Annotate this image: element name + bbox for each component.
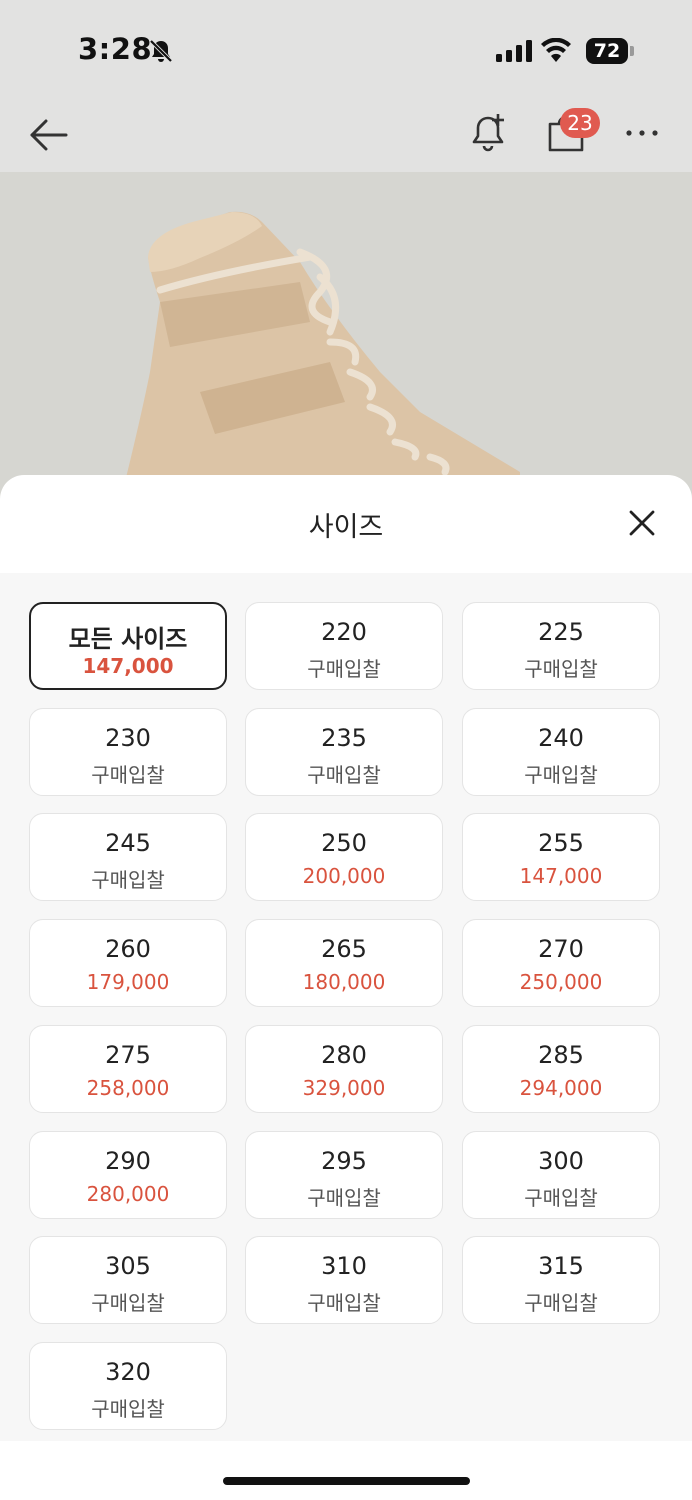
size-label: 모든 사이즈 [68, 625, 188, 653]
size-sheet: 사이즈 모든 사이즈 147,000 220 구매입찰 225 구매입찰 230 구매입찰 23… [0, 475, 692, 1500]
close-icon[interactable] [628, 509, 656, 537]
size-bid-label: 구매입찰 [307, 1186, 381, 1210]
size-label: 250 [321, 829, 367, 857]
size-price: 258,000 [86, 1076, 170, 1100]
size-price: 280,000 [86, 1182, 170, 1206]
size-option[interactable]: 225 구매입찰 [462, 602, 660, 690]
size-option[interactable]: 240 구매입찰 [462, 708, 660, 796]
home-indicator[interactable] [223, 1477, 470, 1485]
battery-icon: 72 [586, 38, 628, 64]
size-label: 220 [321, 618, 367, 646]
size-option[interactable]: 300 구매입찰 [462, 1131, 660, 1219]
status-bar: 3:28 72 [0, 0, 692, 100]
size-option[interactable]: 230 구매입찰 [29, 708, 227, 796]
size-bid-label: 구매입찰 [524, 1291, 598, 1315]
size-option[interactable]: 270 250,000 [462, 919, 660, 1007]
size-bid-label: 구매입찰 [91, 763, 165, 787]
bell-slash-icon [149, 39, 173, 63]
size-bid-label: 구매입찰 [91, 1291, 165, 1315]
size-label: 240 [538, 724, 584, 752]
size-option[interactable]: 315 구매입찰 [462, 1236, 660, 1324]
nav-bar: 23 [0, 100, 692, 172]
size-option[interactable]: 250 200,000 [245, 813, 443, 901]
size-bid-label: 구매입찰 [307, 657, 381, 681]
size-price: 180,000 [302, 970, 386, 994]
size-option-all[interactable]: 모든 사이즈 147,000 [29, 602, 227, 690]
size-option[interactable]: 285 294,000 [462, 1025, 660, 1113]
boot-illustration [120, 211, 520, 502]
size-price: 329,000 [302, 1076, 386, 1100]
size-label: 315 [538, 1252, 584, 1280]
size-bid-label: 구매입찰 [91, 868, 165, 892]
back-arrow-icon[interactable] [28, 114, 70, 156]
size-bid-label: 구매입찰 [91, 1397, 165, 1421]
size-label: 225 [538, 618, 584, 646]
size-label: 265 [321, 935, 367, 963]
size-label: 230 [105, 724, 151, 752]
size-label: 285 [538, 1041, 584, 1069]
size-price: 179,000 [86, 970, 170, 994]
size-option[interactable]: 310 구매입찰 [245, 1236, 443, 1324]
size-label: 255 [538, 829, 584, 857]
size-option[interactable]: 320 구매입찰 [29, 1342, 227, 1430]
size-price: 200,000 [302, 864, 386, 888]
size-label: 245 [105, 829, 151, 857]
size-bid-label: 구매입찰 [524, 1186, 598, 1210]
size-price: 294,000 [519, 1076, 603, 1100]
size-label: 260 [105, 935, 151, 963]
size-bid-label: 구매입찰 [307, 763, 381, 787]
size-grid: 모든 사이즈 147,000 220 구매입찰 225 구매입찰 230 구매입찰 235 구매입… [0, 573, 692, 1441]
size-label: 235 [321, 724, 367, 752]
size-label: 275 [105, 1041, 151, 1069]
size-bid-label: 구매입찰 [307, 1291, 381, 1315]
cart-badge: 23 [560, 108, 600, 138]
size-label: 305 [105, 1252, 151, 1280]
more-icon[interactable] [624, 128, 660, 138]
size-price: 250,000 [519, 970, 603, 994]
size-label: 295 [321, 1147, 367, 1175]
size-label: 300 [538, 1147, 584, 1175]
status-time: 3:28 [78, 32, 153, 66]
size-option[interactable]: 235 구매입찰 [245, 708, 443, 796]
size-label: 290 [105, 1147, 151, 1175]
size-label: 270 [538, 935, 584, 963]
size-option[interactable]: 295 구매입찰 [245, 1131, 443, 1219]
size-label: 280 [321, 1041, 367, 1069]
size-option[interactable]: 275 258,000 [29, 1025, 227, 1113]
size-price: 147,000 [82, 654, 174, 678]
battery-cap [630, 46, 634, 56]
size-price: 147,000 [519, 864, 603, 888]
size-option[interactable]: 245 구매입찰 [29, 813, 227, 901]
sheet-title: 사이즈 [308, 512, 384, 543]
size-option[interactable]: 265 180,000 [245, 919, 443, 1007]
size-bid-label: 구매입찰 [524, 657, 598, 681]
size-option[interactable]: 220 구매입찰 [245, 602, 443, 690]
size-label: 320 [105, 1358, 151, 1386]
size-option[interactable]: 280 329,000 [245, 1025, 443, 1113]
size-label: 310 [321, 1252, 367, 1280]
size-option[interactable]: 255 147,000 [462, 813, 660, 901]
size-bid-label: 구매입찰 [524, 763, 598, 787]
wifi-icon [541, 38, 571, 62]
size-option[interactable]: 305 구매입찰 [29, 1236, 227, 1324]
size-option[interactable]: 260 179,000 [29, 919, 227, 1007]
bell-add-icon[interactable] [468, 112, 508, 154]
size-option[interactable]: 290 280,000 [29, 1131, 227, 1219]
signal-icon [496, 40, 532, 62]
product-image [0, 172, 692, 502]
